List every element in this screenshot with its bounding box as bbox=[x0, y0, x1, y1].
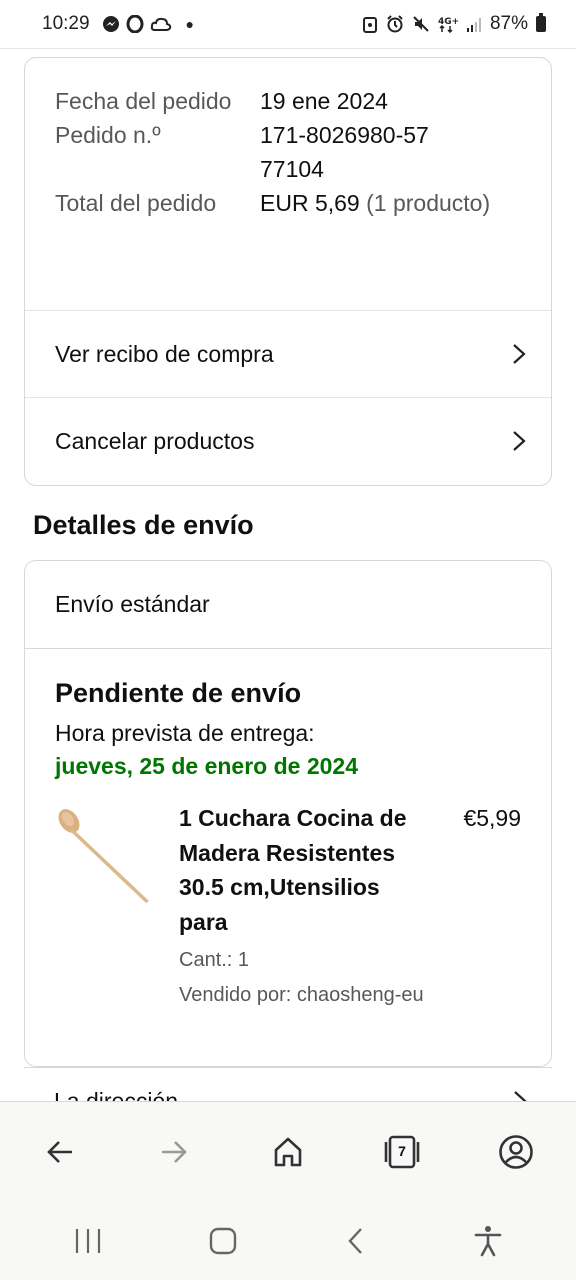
messenger-icon bbox=[102, 16, 119, 32]
shipment-details: Pendiente de envío Hora prevista de entr… bbox=[25, 649, 551, 1021]
battery-icon bbox=[536, 13, 546, 32]
product-title[interactable]: 1 Cuchara Cocina de Madera Resistentes 3… bbox=[179, 801, 419, 939]
back-button[interactable] bbox=[38, 1130, 82, 1174]
account-button[interactable] bbox=[494, 1130, 538, 1174]
wooden-spoon-image[interactable] bbox=[55, 805, 155, 905]
order-total-row: Total del pedido EUR 5,69 (1 producto) bbox=[55, 186, 521, 220]
status-time: 10:29 bbox=[42, 13, 90, 34]
product-quantity: Cant.: 1 bbox=[179, 949, 250, 971]
home-icon bbox=[274, 1137, 302, 1166]
view-receipt-row[interactable]: Ver recibo de compra bbox=[25, 310, 551, 397]
chevron-right-icon bbox=[513, 431, 526, 451]
shipping-method: Envío estándar bbox=[25, 561, 551, 649]
shipping-section-title: Detalles de envío bbox=[33, 510, 254, 540]
forward-button[interactable] bbox=[152, 1130, 196, 1174]
order-item-count: (1 producto) bbox=[366, 190, 491, 216]
mute-icon bbox=[413, 16, 429, 32]
cancel-items-label: Cancelar productos bbox=[55, 427, 255, 454]
4g-icon: 4G+ bbox=[438, 17, 458, 33]
order-number-value: 171-8026980-5777104 bbox=[260, 122, 429, 182]
order-details: Fecha del pedido 19 ene 2024 Pedido n.º … bbox=[25, 58, 551, 310]
android-icon bbox=[362, 17, 377, 33]
tab-count: 7 bbox=[398, 1142, 406, 1159]
shipment-status: Pendiente de envío bbox=[55, 678, 302, 708]
product-seller: Vendido por: chaosheng-eu bbox=[179, 984, 424, 1006]
order-number-row: Pedido n.º 171-8026980-5777104 bbox=[55, 118, 521, 186]
svg-text:4G+: 4G+ bbox=[438, 17, 458, 27]
cloud-icon bbox=[150, 17, 171, 31]
status-bar: 10:29 ● 4G+ 87% bbox=[0, 0, 576, 48]
battery-percent: 87% bbox=[489, 13, 528, 34]
account-icon bbox=[499, 1134, 533, 1169]
forward-icon bbox=[162, 1140, 187, 1163]
home-nav-icon[interactable] bbox=[208, 1226, 238, 1256]
recent-apps-icon[interactable] bbox=[73, 1227, 103, 1255]
eta-date: jueves, 25 de enero de 2024 bbox=[55, 753, 359, 779]
cancel-items-row[interactable]: Cancelar productos bbox=[25, 397, 551, 484]
tabs-button[interactable]: 7 bbox=[380, 1130, 424, 1174]
browser-toolbar: 7 bbox=[0, 1101, 576, 1201]
shipping-card: Envío estándar Pendiente de envío Hora p… bbox=[24, 560, 552, 1067]
home-button[interactable] bbox=[266, 1130, 310, 1174]
order-summary-card: Fecha del pedido 19 ene 2024 Pedido n.º … bbox=[24, 57, 552, 486]
notification-dot: ● bbox=[185, 16, 195, 32]
accessibility-icon[interactable] bbox=[473, 1224, 503, 1258]
order-total-label: Total del pedido bbox=[55, 190, 217, 216]
back-icon bbox=[47, 1140, 72, 1163]
alarm-icon bbox=[387, 15, 403, 33]
order-total-value: EUR 5,69 (1 producto) bbox=[260, 190, 491, 216]
status-divider bbox=[0, 48, 576, 49]
order-date-value: 19 ene 2024 bbox=[260, 88, 388, 114]
back-nav-icon[interactable] bbox=[344, 1226, 368, 1256]
product-price: €5,99 bbox=[463, 805, 521, 831]
view-receipt-label: Ver recibo de compra bbox=[55, 340, 274, 367]
eta-label: Hora prevista de entrega: bbox=[55, 720, 315, 746]
system-nav-bar bbox=[0, 1201, 576, 1280]
signal-icon bbox=[466, 18, 481, 32]
order-date-row: Fecha del pedido 19 ene 2024 bbox=[55, 84, 521, 118]
product-item[interactable]: 1 Cuchara Cocina de Madera Resistentes 3… bbox=[55, 801, 521, 1021]
order-date-label: Fecha del pedido bbox=[55, 88, 232, 114]
opera-icon bbox=[126, 15, 144, 33]
chevron-right-icon bbox=[513, 344, 526, 364]
order-number-label: Pedido n.º bbox=[55, 122, 161, 148]
divider bbox=[24, 1067, 552, 1068]
